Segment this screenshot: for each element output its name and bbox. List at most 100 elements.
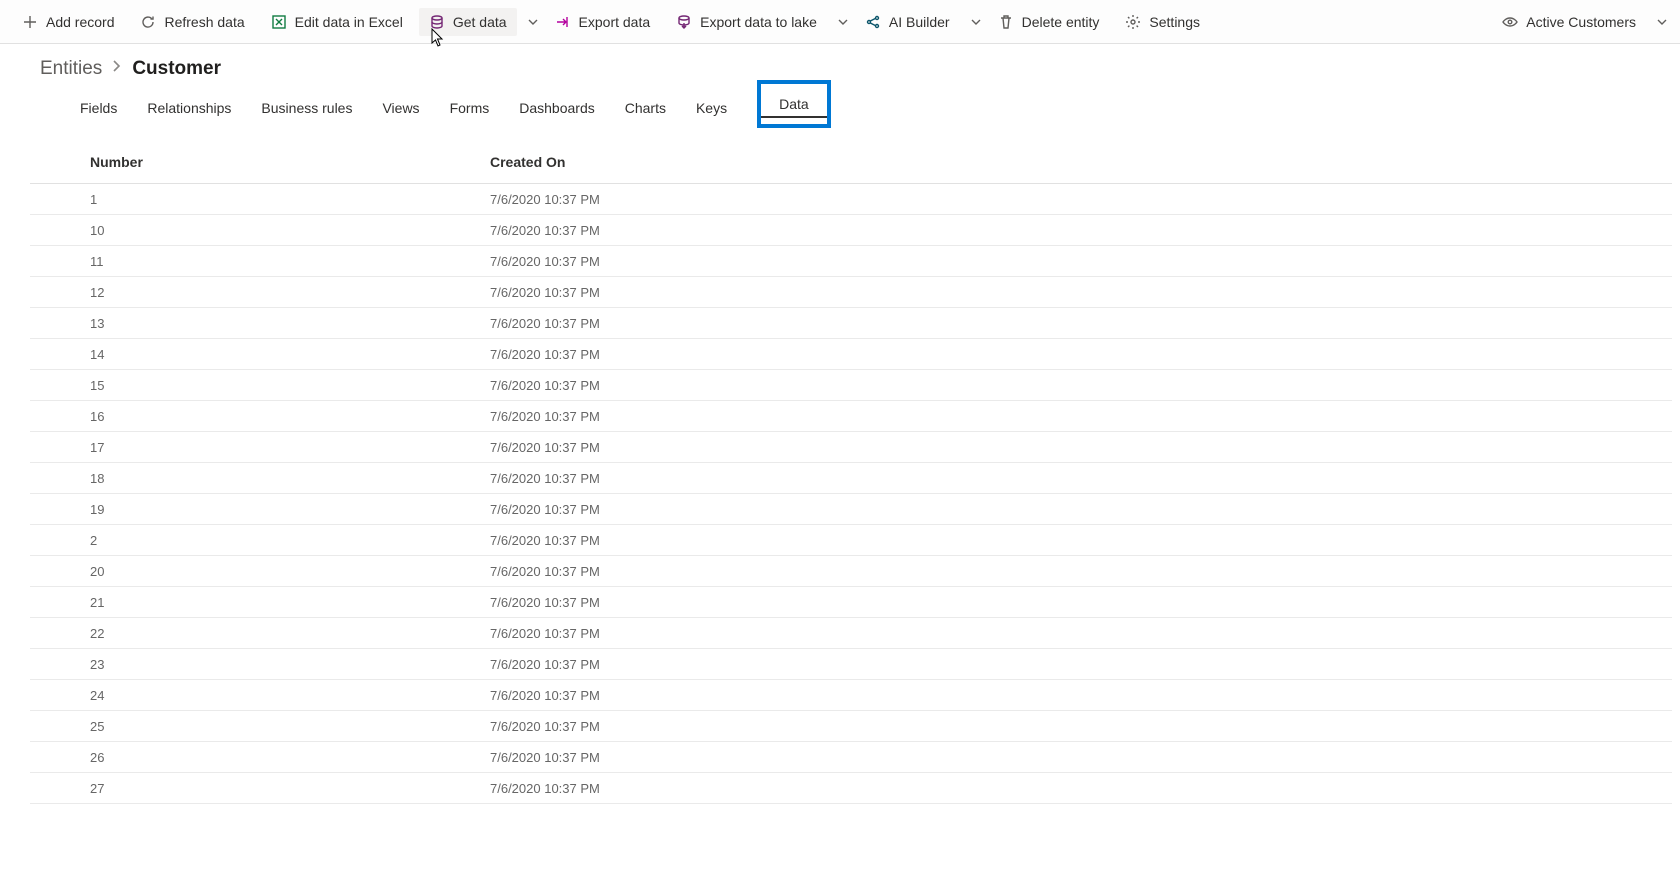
cell-created-on: 7/6/2020 10:37 PM: [490, 440, 1672, 455]
add-record-button[interactable]: Add record: [12, 8, 124, 36]
cell-created-on: 7/6/2020 10:37 PM: [490, 626, 1672, 641]
breadcrumb-current: Customer: [132, 58, 221, 80]
plus-icon: [22, 14, 38, 30]
refresh-icon: [140, 14, 156, 30]
cell-created-on: 7/6/2020 10:37 PM: [490, 192, 1672, 207]
cell-number: 19: [90, 502, 490, 517]
cell-number: 20: [90, 564, 490, 579]
cell-number: 27: [90, 781, 490, 796]
command-bar: Add record Refresh data Edit data in Exc…: [0, 0, 1680, 44]
export-lake-chevron[interactable]: [837, 16, 849, 28]
delete-entity-label: Delete entity: [1022, 14, 1100, 30]
tab-fields[interactable]: Fields: [80, 100, 117, 120]
cell-created-on: 7/6/2020 10:37 PM: [490, 409, 1672, 424]
table-row[interactable]: 117/6/2020 10:37 PM: [30, 246, 1672, 277]
cell-created-on: 7/6/2020 10:37 PM: [490, 347, 1672, 362]
edit-excel-button[interactable]: Edit data in Excel: [261, 8, 413, 36]
cell-created-on: 7/6/2020 10:37 PM: [490, 502, 1672, 517]
table-row[interactable]: 267/6/2020 10:37 PM: [30, 742, 1672, 773]
tab-dashboards[interactable]: Dashboards: [519, 100, 595, 120]
table-row[interactable]: 237/6/2020 10:37 PM: [30, 649, 1672, 680]
cell-number: 25: [90, 719, 490, 734]
cell-number: 18: [90, 471, 490, 486]
entity-tabs: Fields Relationships Business rules View…: [80, 94, 1640, 126]
cell-number: 13: [90, 316, 490, 331]
tab-relationships[interactable]: Relationships: [147, 100, 231, 120]
cell-created-on: 7/6/2020 10:37 PM: [490, 316, 1672, 331]
ai-builder-chevron[interactable]: [970, 16, 982, 28]
tab-views[interactable]: Views: [382, 100, 419, 120]
table-row[interactable]: 277/6/2020 10:37 PM: [30, 773, 1672, 804]
table-row[interactable]: 137/6/2020 10:37 PM: [30, 308, 1672, 339]
settings-button[interactable]: Settings: [1115, 8, 1210, 36]
export-lake-label: Export data to lake: [700, 14, 817, 30]
tab-business-rules[interactable]: Business rules: [261, 100, 352, 120]
column-header-created-on[interactable]: Created On: [490, 154, 1672, 170]
cell-number: 24: [90, 688, 490, 703]
table-row[interactable]: 247/6/2020 10:37 PM: [30, 680, 1672, 711]
tab-charts[interactable]: Charts: [625, 100, 666, 120]
command-bar-right: Active Customers: [1492, 8, 1668, 36]
cell-created-on: 7/6/2020 10:37 PM: [490, 533, 1672, 548]
export-icon: [555, 14, 571, 30]
refresh-data-label: Refresh data: [164, 14, 244, 30]
table-row[interactable]: 107/6/2020 10:37 PM: [30, 215, 1672, 246]
delete-entity-button[interactable]: Delete entity: [988, 8, 1110, 36]
active-view-button[interactable]: Active Customers: [1492, 8, 1646, 36]
cell-number: 23: [90, 657, 490, 672]
table-row[interactable]: 227/6/2020 10:37 PM: [30, 618, 1672, 649]
cell-number: 16: [90, 409, 490, 424]
cell-created-on: 7/6/2020 10:37 PM: [490, 688, 1672, 703]
cell-created-on: 7/6/2020 10:37 PM: [490, 781, 1672, 796]
ai-builder-icon: [865, 14, 881, 30]
tab-forms[interactable]: Forms: [450, 100, 490, 120]
tab-keys[interactable]: Keys: [696, 100, 727, 120]
cell-number: 12: [90, 285, 490, 300]
cell-created-on: 7/6/2020 10:37 PM: [490, 285, 1672, 300]
cell-created-on: 7/6/2020 10:37 PM: [490, 254, 1672, 269]
breadcrumb-root[interactable]: Entities: [40, 58, 102, 80]
cell-number: 22: [90, 626, 490, 641]
table-row[interactable]: 217/6/2020 10:37 PM: [30, 587, 1672, 618]
table-row[interactable]: 187/6/2020 10:37 PM: [30, 463, 1672, 494]
settings-label: Settings: [1149, 14, 1200, 30]
get-data-chevron[interactable]: [527, 16, 539, 28]
export-lake-button[interactable]: Export data to lake: [666, 8, 827, 36]
tab-data[interactable]: Data: [757, 80, 831, 128]
cell-number: 26: [90, 750, 490, 765]
database-icon: [429, 14, 445, 30]
table-row[interactable]: 147/6/2020 10:37 PM: [30, 339, 1672, 370]
get-data-button[interactable]: Get data: [419, 8, 517, 36]
trash-icon: [998, 14, 1014, 30]
table-row[interactable]: 257/6/2020 10:37 PM: [30, 711, 1672, 742]
table-row[interactable]: 197/6/2020 10:37 PM: [30, 494, 1672, 525]
table-row[interactable]: 177/6/2020 10:37 PM: [30, 432, 1672, 463]
get-data-label: Get data: [453, 14, 507, 30]
table-row[interactable]: 207/6/2020 10:37 PM: [30, 556, 1672, 587]
table-row[interactable]: 157/6/2020 10:37 PM: [30, 370, 1672, 401]
data-grid-scroll[interactable]: Number Created On 17/6/2020 10:37 PM107/…: [30, 140, 1672, 875]
table-row[interactable]: 27/6/2020 10:37 PM: [30, 525, 1672, 556]
data-grid: Number Created On 17/6/2020 10:37 PM107/…: [30, 140, 1672, 804]
breadcrumb: Entities Customer: [40, 58, 1640, 80]
eye-icon: [1502, 14, 1518, 30]
cell-number: 11: [90, 254, 490, 269]
column-header-number[interactable]: Number: [90, 154, 490, 170]
cell-created-on: 7/6/2020 10:37 PM: [490, 564, 1672, 579]
cell-number: 1: [90, 192, 490, 207]
cell-created-on: 7/6/2020 10:37 PM: [490, 595, 1672, 610]
active-view-chevron[interactable]: [1656, 16, 1668, 28]
active-view-label: Active Customers: [1526, 14, 1636, 30]
cell-created-on: 7/6/2020 10:37 PM: [490, 719, 1672, 734]
ai-builder-button[interactable]: AI Builder: [855, 8, 960, 36]
excel-icon: [271, 14, 287, 30]
table-row[interactable]: 127/6/2020 10:37 PM: [30, 277, 1672, 308]
table-row[interactable]: 167/6/2020 10:37 PM: [30, 401, 1672, 432]
refresh-data-button[interactable]: Refresh data: [130, 8, 254, 36]
export-data-button[interactable]: Export data: [545, 8, 661, 36]
table-row[interactable]: 17/6/2020 10:37 PM: [30, 184, 1672, 215]
cell-created-on: 7/6/2020 10:37 PM: [490, 378, 1672, 393]
cell-created-on: 7/6/2020 10:37 PM: [490, 223, 1672, 238]
cell-number: 10: [90, 223, 490, 238]
ai-builder-label: AI Builder: [889, 14, 950, 30]
